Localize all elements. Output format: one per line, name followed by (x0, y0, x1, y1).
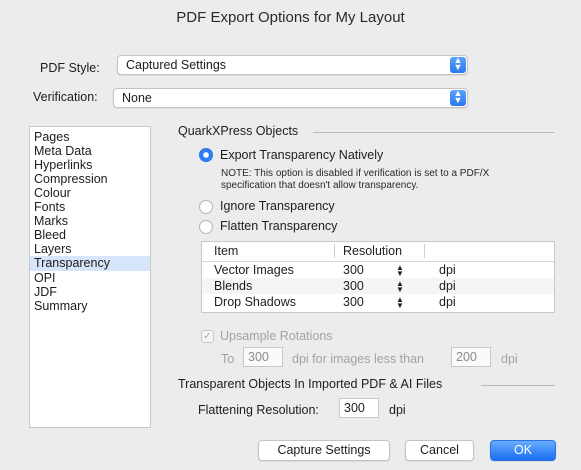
category-list[interactable]: Pages Meta Data Hyperlinks Compression C… (29, 126, 151, 428)
flatten-transparency-label: Flatten Transparency (220, 219, 338, 233)
sidebar-item-bleed[interactable]: Bleed (30, 228, 150, 242)
row-resolution[interactable]: 300 (343, 278, 364, 294)
resolution-table[interactable]: Item Resolution Vector Images 300 ▲ ▼ dpi… (201, 241, 555, 313)
table-row[interactable]: Blends 300 ▲ ▼ dpi (202, 278, 554, 294)
row-item: Drop Shadows (214, 295, 296, 309)
up-down-chevron-icon: ▲ ▼ (450, 89, 466, 106)
sidebar-item-opi[interactable]: OPI (30, 271, 150, 285)
upsample-rotations-label: Upsample Rotations (220, 329, 333, 343)
column-header-resolution[interactable]: Resolution (343, 242, 402, 260)
ignore-transparency-label: Ignore Transparency (220, 199, 335, 213)
upsample-to-label: To (221, 352, 235, 366)
export-natively-radio[interactable] (199, 148, 213, 162)
ok-button[interactable]: OK (490, 440, 556, 461)
sidebar-item-jdf[interactable]: JDF (30, 285, 150, 299)
verification-label: Verification: (33, 90, 98, 104)
note-line-2: specification that doesn't allow transpa… (221, 180, 419, 191)
row-resolution[interactable]: 300 (343, 294, 364, 310)
up-down-arrow-icon[interactable]: ▲ ▼ (396, 296, 404, 310)
upsample-less-than-field[interactable]: 200 (451, 347, 491, 367)
sidebar-item-summary[interactable]: Summary (30, 299, 150, 313)
sidebar-item-hyperlinks[interactable]: Hyperlinks (30, 158, 150, 172)
up-down-chevron-icon: ▲ ▼ (450, 56, 466, 73)
capture-settings-button[interactable]: Capture Settings (258, 440, 390, 461)
note-line-1: NOTE: This option is disabled if verific… (221, 168, 490, 179)
sidebar-item-pages[interactable]: Pages (30, 130, 150, 144)
ignore-transparency-radio[interactable] (199, 200, 213, 214)
section-divider (313, 132, 554, 133)
row-unit: dpi (439, 263, 456, 277)
upsample-to-field[interactable]: 300 (243, 347, 283, 367)
up-down-arrow-icon[interactable]: ▲ ▼ (396, 264, 404, 278)
row-unit: dpi (439, 279, 456, 293)
column-divider (334, 244, 335, 258)
sidebar-item-layers[interactable]: Layers (30, 242, 150, 256)
column-divider (424, 244, 425, 258)
sidebar-item-fonts[interactable]: Fonts (30, 200, 150, 214)
flattening-resolution-field[interactable]: 300 (339, 398, 379, 418)
row-resolution[interactable]: 300 (343, 262, 364, 278)
upsample-middle-label: dpi for images less than (292, 352, 425, 366)
imported-objects-header: Transparent Objects In Imported PDF & AI… (178, 377, 443, 391)
quark-objects-header: QuarkXPress Objects (178, 124, 299, 138)
row-unit: dpi (439, 295, 456, 309)
verification-popup[interactable]: None ▲ ▼ (113, 88, 468, 108)
table-row[interactable]: Drop Shadows 300 ▲ ▼ dpi (202, 294, 554, 310)
sidebar-item-transparency[interactable]: Transparency (30, 256, 150, 271)
upsample-rotations-checkbox[interactable]: ✓ (201, 330, 214, 343)
flattening-unit-label: dpi (389, 403, 406, 417)
window-title: PDF Export Options for My Layout (176, 9, 405, 26)
sidebar-item-meta-data[interactable]: Meta Data (30, 144, 150, 158)
flattening-resolution-label: Flattening Resolution: (198, 403, 319, 417)
up-down-arrow-icon[interactable]: ▲ ▼ (396, 280, 404, 294)
column-header-item[interactable]: Item (214, 242, 238, 260)
flatten-transparency-radio[interactable] (199, 220, 213, 234)
sidebar-item-compression[interactable]: Compression (30, 172, 150, 186)
table-row[interactable]: Vector Images 300 ▲ ▼ dpi (202, 262, 554, 278)
sidebar-item-colour[interactable]: Colour (30, 186, 150, 200)
export-natively-label: Export Transparency Natively (220, 148, 384, 162)
pdf-style-label: PDF Style: (40, 61, 100, 75)
row-item: Vector Images (214, 263, 294, 277)
sidebar-item-marks[interactable]: Marks (30, 214, 150, 228)
upsample-unit-label: dpi (501, 352, 518, 366)
row-item: Blends (214, 279, 253, 293)
cancel-button[interactable]: Cancel (405, 440, 474, 461)
pdf-style-value: Captured Settings (126, 58, 227, 72)
section-divider (481, 385, 555, 386)
pdf-style-popup[interactable]: Captured Settings ▲ ▼ (117, 55, 468, 75)
checkmark-icon: ✓ (203, 331, 212, 342)
verification-value: None (122, 91, 152, 105)
